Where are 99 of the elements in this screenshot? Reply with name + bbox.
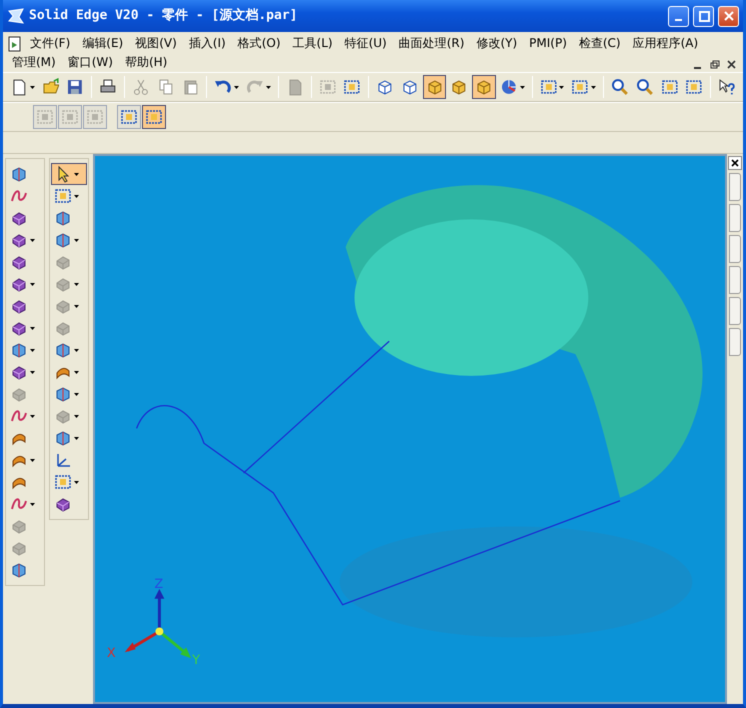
- frame-icon: [145, 108, 163, 126]
- caret-icon: [74, 348, 79, 352]
- frame-icon: [343, 78, 362, 96]
- menu-item[interactable]: PMI(P): [524, 34, 572, 53]
- clipboard-icon: [182, 78, 200, 96]
- caret-icon: [74, 172, 79, 176]
- menu-item[interactable]: 工具(L): [288, 34, 338, 53]
- document-close-icon: [726, 58, 737, 70]
- maximize-icon: [698, 10, 710, 22]
- caret-icon: [74, 304, 79, 308]
- document-menu-icon[interactable]: [7, 36, 23, 52]
- caret-icon: [74, 282, 79, 286]
- frame-icon: [318, 78, 336, 96]
- document-minimize-icon: [694, 67, 701, 69]
- y-axis-label: Y: [192, 653, 200, 668]
- close-icon: [731, 159, 739, 167]
- shaded-cube-icon: [475, 78, 493, 96]
- frame-icon: [61, 108, 79, 126]
- menu-item[interactable]: 插入(I): [184, 34, 231, 53]
- caret-icon: [74, 414, 79, 418]
- scissors-icon: [132, 78, 150, 96]
- frame-icon: [120, 108, 138, 126]
- x-axis-label: X: [106, 646, 116, 662]
- solid-shape-icon: [10, 561, 28, 579]
- window-title: Solid Edge V20 - 零件 - [源文档.par]: [29, 6, 298, 26]
- menu-item[interactable]: 修改(Y): [471, 34, 522, 53]
- caret-icon: [30, 414, 35, 418]
- folder-icon: [42, 78, 60, 96]
- menu-item[interactable]: 检查(C): [574, 34, 626, 53]
- caret-icon: [591, 86, 596, 88]
- caret-icon: [266, 86, 271, 88]
- frame-icon: [685, 78, 704, 96]
- menu-item[interactable]: 格式(O): [232, 34, 286, 53]
- frame-icon: [86, 108, 104, 126]
- caret-icon: [234, 86, 240, 88]
- document-restore-icon: [709, 58, 720, 70]
- sphere-icon: [500, 78, 518, 96]
- solid-shape-icon: [54, 341, 72, 359]
- frame-icon: [540, 78, 558, 96]
- solid-shape-icon: [54, 231, 72, 249]
- shaded-cube-icon: [426, 78, 444, 96]
- solid-shape-icon: [54, 385, 72, 403]
- origin-dot: [155, 628, 164, 636]
- frame-icon: [660, 78, 678, 96]
- menu-item[interactable]: 帮助(H): [120, 53, 172, 72]
- caret-icon: [30, 458, 35, 462]
- solid-shape-icon: [54, 429, 72, 447]
- magnifier-icon: [636, 78, 654, 96]
- caret-icon: [74, 194, 79, 198]
- caret-icon: [30, 326, 35, 330]
- caret-icon: [30, 348, 35, 352]
- caret-icon: [30, 238, 35, 242]
- close-button[interactable]: [718, 6, 739, 26]
- toolbar-button[interactable]: [142, 105, 166, 129]
- redo-arrow-icon: [246, 78, 264, 96]
- menu-item[interactable]: 编辑(E): [77, 34, 128, 53]
- solid-shape-icon: [54, 209, 72, 227]
- toolbar-button[interactable]: [51, 163, 87, 185]
- caret-icon: [30, 502, 35, 506]
- caret-icon: [520, 86, 525, 88]
- toolbar-button[interactable]: [422, 75, 446, 99]
- menu-item[interactable]: 管理(M): [7, 53, 61, 72]
- close-pane-button[interactable]: [728, 156, 742, 170]
- app-logo-icon: [7, 7, 25, 25]
- menu-item[interactable]: 特征(U): [340, 34, 392, 53]
- cube-icon: [376, 78, 394, 96]
- caret-icon: [30, 370, 35, 374]
- caret-icon: [74, 238, 79, 242]
- caret-icon: [74, 370, 79, 374]
- undo-arrow-icon: [214, 78, 232, 96]
- caret-icon: [30, 86, 35, 88]
- menu-item[interactable]: 窗口(W): [62, 53, 118, 72]
- caret-icon: [74, 392, 79, 396]
- toolbar-button[interactable]: [117, 105, 141, 129]
- menu-item[interactable]: 应用程序(A): [628, 34, 704, 53]
- cube-icon: [400, 78, 419, 96]
- caret-icon: [559, 86, 564, 88]
- caret-icon: [74, 480, 79, 484]
- toolbar-button[interactable]: [472, 75, 496, 99]
- minimize-icon: [675, 19, 682, 21]
- menu-item[interactable]: 文件(F): [25, 34, 76, 53]
- solid-shape-icon: [10, 165, 28, 183]
- frame-icon: [54, 473, 72, 491]
- menu-item[interactable]: 视图(V): [130, 34, 182, 53]
- frame-icon: [36, 108, 54, 126]
- frame-icon: [571, 78, 590, 96]
- close-icon: [722, 10, 734, 22]
- caret-icon: [30, 282, 35, 286]
- solid-shape-icon: [10, 341, 28, 359]
- maximize-button[interactable]: [693, 6, 714, 26]
- caret-icon: [74, 436, 79, 440]
- magnifier-icon: [611, 78, 629, 96]
- minimize-button[interactable]: [668, 6, 689, 26]
- frame-icon: [54, 187, 72, 205]
- shaded-cube-icon: [450, 78, 468, 96]
- help-pointer-icon: [718, 78, 736, 96]
- copy-icon: [156, 78, 175, 96]
- menu-item[interactable]: 曲面处理(R): [394, 34, 470, 53]
- z-axis-label: Z: [154, 576, 164, 592]
